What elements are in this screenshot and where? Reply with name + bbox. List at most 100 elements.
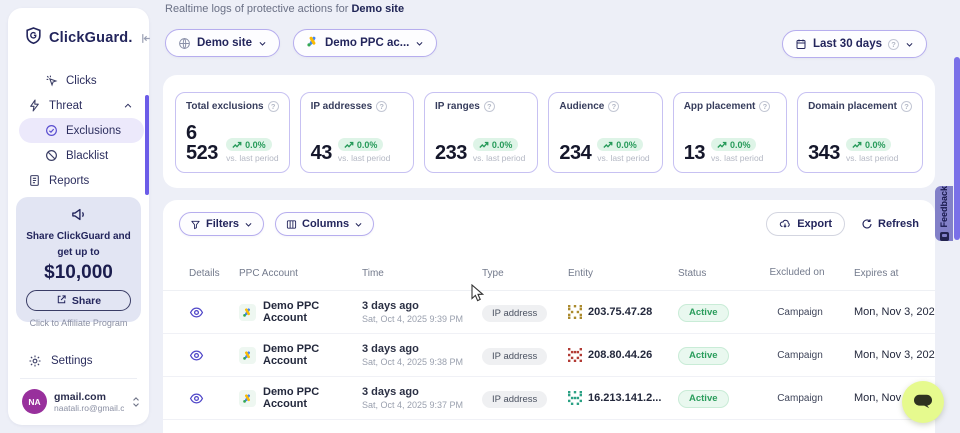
export-button[interactable]: Export [766, 212, 845, 236]
col-header-expires-at[interactable]: Expires at [832, 268, 919, 279]
col-header-time[interactable]: Time [362, 268, 482, 279]
time-relative: 3 days ago [362, 343, 482, 355]
sidebar-item-label: Blacklist [66, 150, 108, 162]
col-header-details[interactable]: Details [189, 268, 239, 279]
feedback-icon [940, 232, 949, 241]
feedback-tab[interactable]: Feedback [935, 186, 953, 241]
table-row: Demo PPC Account 3 days ago Sat, Oct 4, … [163, 291, 935, 334]
stat-delta: 0.0% [245, 140, 266, 150]
cloud-download-icon [779, 218, 791, 230]
chat-widget-button[interactable] [902, 381, 944, 423]
date-range-dropdown[interactable]: Last 30 days ? [782, 30, 927, 58]
excluded-on-cell: Campaign [768, 350, 832, 361]
trend-up-icon [232, 141, 242, 149]
sidebar-item-blacklist[interactable]: Blacklist [8, 143, 149, 168]
google-ads-icon [306, 35, 319, 51]
stat-delta: 0.0% [492, 140, 513, 150]
sidebar-item-exclusions[interactable]: Exclusions [19, 118, 144, 143]
sidebar-item-label: Clicks [66, 75, 97, 87]
account-filter-value: Demo PPC ac... [325, 37, 409, 49]
sidebar-item-clicks[interactable]: Clicks [8, 68, 149, 93]
trend-up-icon [479, 141, 489, 149]
share-button[interactable]: Share [26, 290, 131, 311]
chevron-down-icon [258, 39, 267, 48]
help-icon: ? [268, 101, 279, 112]
sidebar: ClickGuard. Clicks [8, 8, 149, 425]
stat-label: Audience [559, 101, 604, 112]
stat-period: vs. last period [846, 153, 898, 163]
sidebar-item-label: Exclusions [66, 125, 121, 137]
google-ads-icon [239, 347, 256, 364]
stat-card-audience: Audience? 234 0.0% vs. last period [548, 92, 662, 173]
promo-amount: $10,000 [16, 262, 141, 284]
sidebar-item-threat[interactable]: Threat [8, 93, 149, 118]
stats-panel: Total exclusions? 6 523 0.0% vs. last pe… [163, 75, 935, 188]
entity-cell: 16.213.141.2... [568, 391, 678, 405]
logo-text: ClickGuard. [49, 30, 133, 46]
ppc-account-filter-dropdown[interactable]: Demo PPC ac... [293, 29, 437, 57]
col-header-entity[interactable]: Entity [568, 268, 678, 279]
sidebar-item-settings[interactable]: Settings [8, 348, 149, 373]
globe-icon [178, 37, 191, 50]
refresh-label: Refresh [878, 218, 919, 230]
col-header-type[interactable]: Type [482, 268, 568, 279]
excluded-on-cell: Campaign [768, 393, 832, 404]
chevron-down-icon [354, 220, 363, 229]
ip-identicon [568, 391, 582, 405]
stat-value: 233 [435, 143, 467, 163]
ip-identicon [568, 348, 582, 362]
stat-delta: 0.0% [730, 140, 751, 150]
table-header-row: Details PPC Account Time Type Entity Sta… [163, 257, 935, 291]
time-absolute: Sat, Oct 4, 2025 9:38 PM [362, 357, 482, 367]
ppc-account-cell: Demo PPC Account [239, 300, 362, 324]
google-ads-icon [239, 304, 256, 321]
sidebar-item-reports[interactable]: Reports [8, 168, 149, 193]
sidebar-scrollbar[interactable] [145, 95, 149, 195]
sidebar-collapse-icon[interactable] [139, 32, 152, 45]
site-filter-dropdown[interactable]: Demo site [165, 29, 280, 57]
entity-cell: 208.80.44.26 [568, 348, 678, 362]
user-email: naatali.ro@gmail.com [54, 403, 124, 413]
stat-value: 234 [559, 143, 591, 163]
stat-label: App placement [684, 101, 756, 112]
help-icon: ? [484, 101, 495, 112]
columns-icon [286, 219, 297, 230]
time-relative: 3 days ago [362, 300, 482, 312]
stat-period: vs. last period [226, 153, 278, 163]
trend-up-icon [717, 141, 727, 149]
columns-dropdown[interactable]: Columns [275, 212, 374, 236]
stat-delta: 0.0% [357, 140, 378, 150]
ppc-account-cell: Demo PPC Account [239, 343, 362, 367]
affiliate-link[interactable]: Click to Affiliate Program [16, 318, 141, 328]
col-header-status[interactable]: Status [678, 268, 768, 279]
cursor-click-icon [45, 74, 58, 87]
col-header-excluded-on[interactable]: Excluded on [768, 267, 832, 280]
page-scrollbar[interactable] [954, 57, 960, 240]
type-badge: IP address [482, 348, 547, 365]
external-link-icon [56, 294, 67, 308]
time-absolute: Sat, Oct 4, 2025 9:37 PM [362, 400, 482, 410]
view-details-eye-icon[interactable] [189, 391, 207, 406]
account-name: Demo PPC Account [263, 386, 362, 410]
chat-bubble-icon [912, 393, 934, 411]
stat-card-app-placement: App placement? 13 0.0% vs. last period [673, 92, 787, 173]
user-name: gmail.com [54, 391, 124, 403]
view-details-eye-icon[interactable] [189, 305, 207, 320]
sidebar-item-label: Reports [49, 175, 89, 187]
time-cell: 3 days ago Sat, Oct 4, 2025 9:39 PM [362, 300, 482, 324]
view-details-eye-icon[interactable] [189, 348, 207, 363]
stat-delta: 0.0% [865, 140, 886, 150]
clickguard-shield-logo-icon [24, 26, 43, 50]
account-switcher[interactable]: NA gmail.com naatali.ro@gmail.com [8, 389, 149, 414]
filters-dropdown[interactable]: Filters [179, 212, 264, 236]
type-cell: IP address [482, 303, 568, 322]
funnel-icon [190, 219, 201, 230]
trend-up-icon [852, 141, 862, 149]
stat-period: vs. last period [338, 153, 390, 163]
col-header-ppc-account[interactable]: PPC Account [239, 268, 362, 279]
check-circle-icon [45, 124, 58, 137]
gear-icon [28, 354, 42, 368]
logo: ClickGuard. [8, 8, 149, 50]
time-relative: 3 days ago [362, 386, 482, 398]
refresh-button[interactable]: Refresh [861, 218, 919, 230]
